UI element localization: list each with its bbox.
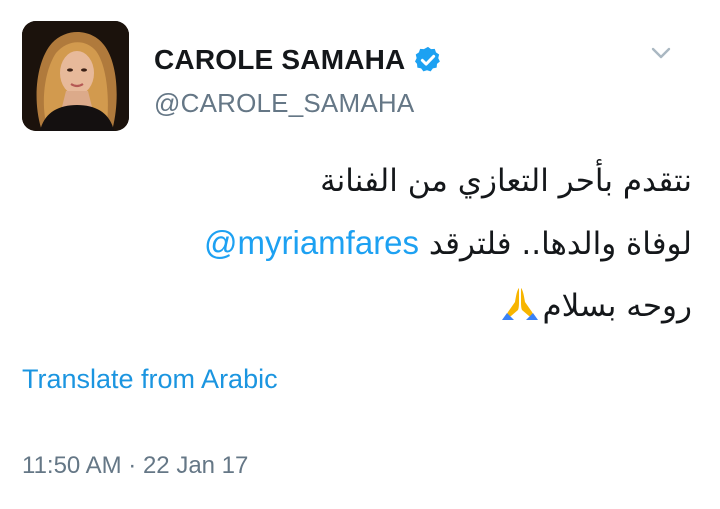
profile-photo <box>22 21 129 131</box>
tweet-line-2: لوفاة والدها.. فلترقد @myriamfares <box>52 212 692 275</box>
avatar[interactable] <box>22 21 129 131</box>
mention-link[interactable]: @myriamfares <box>204 224 419 261</box>
tweet-timestamp[interactable]: 11:50 AM · 22 Jan 17 <box>22 452 248 480</box>
tweet-line-2-text: لوفاة والدها.. فلترقد <box>428 226 692 262</box>
tweet-line-3: روحه بسلام <box>52 275 692 337</box>
translate-link[interactable]: Translate from Arabic <box>22 364 278 395</box>
display-name[interactable]: CAROLE SAMAHA <box>154 44 405 76</box>
folded-hands-emoji-icon <box>498 281 542 321</box>
tweet-text: نتقدم بأحر التعازي من الفنانة لوفاة والد… <box>52 150 692 337</box>
chevron-down-icon[interactable] <box>646 38 676 68</box>
tweet-line-1: نتقدم بأحر التعازي من الفنانة <box>320 163 692 199</box>
display-name-row[interactable]: CAROLE SAMAHA <box>154 40 443 80</box>
verified-badge-icon <box>413 45 443 75</box>
user-handle[interactable]: @CAROLE_SAMAHA <box>154 88 414 119</box>
tweet-line-3-text: روحه بسلام <box>542 288 692 324</box>
tweet-card: CAROLE SAMAHA @CAROLE_SAMAHA نتقدم بأحر … <box>0 0 720 509</box>
